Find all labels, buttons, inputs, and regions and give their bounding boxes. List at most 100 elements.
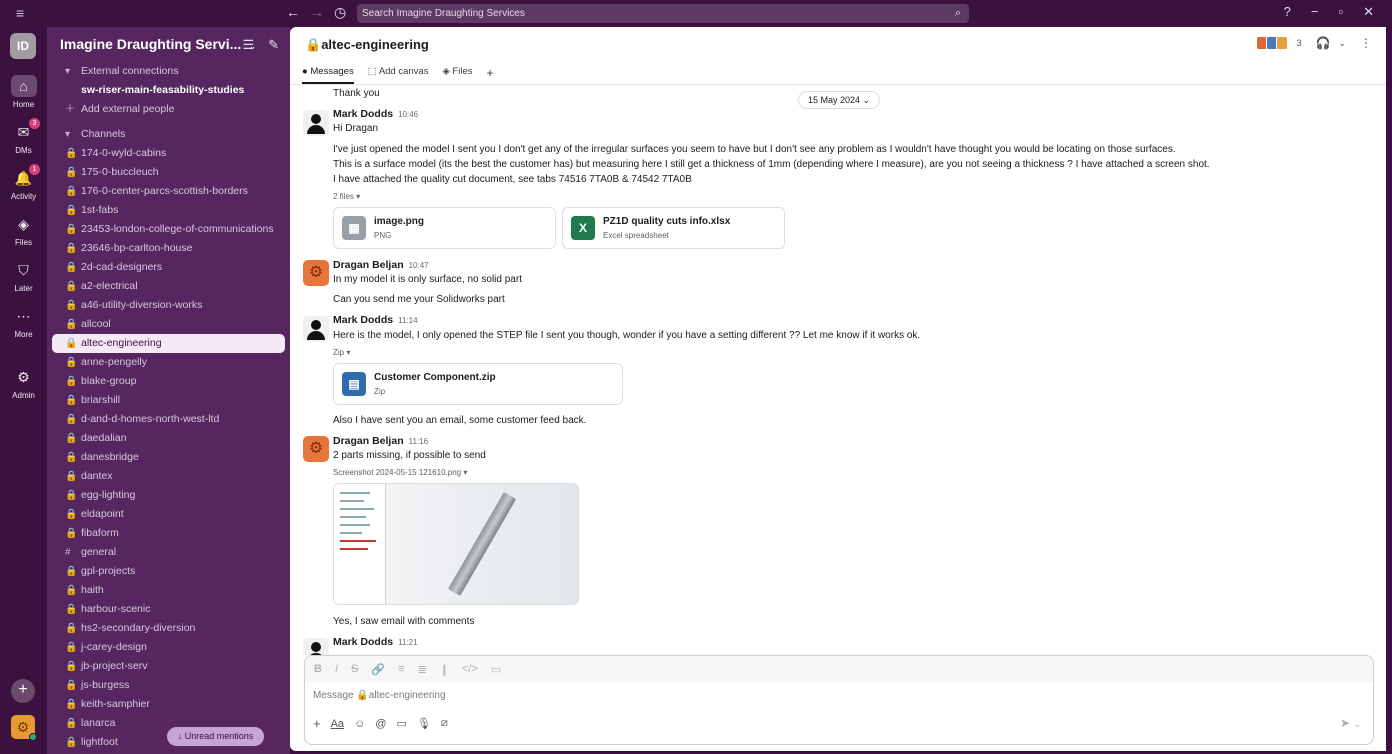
avatar[interactable]	[303, 316, 329, 342]
video-icon[interactable]: ▭	[396, 717, 406, 730]
date-divider[interactable]: 15 May 2024 ⌄	[798, 91, 880, 109]
compose-icon[interactable]: ✎	[268, 37, 279, 53]
sidebar-channel-item[interactable]: 🔒 keith-samphier	[52, 695, 285, 714]
channel-title[interactable]: 🔒altec-engineering	[305, 37, 429, 53]
close-button[interactable]: ✕	[1363, 4, 1374, 20]
sidebar-channel-item[interactable]: 🔒 2d-cad-designers	[52, 258, 285, 277]
rail-files[interactable]: ◈ Files	[0, 213, 47, 247]
message-author[interactable]: Mark Dodds 10:46	[333, 108, 418, 120]
screenshot-image[interactable]	[333, 483, 579, 605]
message-author[interactable]: Dragan Beljan 10:47	[333, 259, 429, 271]
sidebar-channel-item[interactable]: 🔒 harbour-scenic	[52, 600, 285, 619]
help-icon[interactable]: ?	[1284, 4, 1291, 20]
add-workspace-button[interactable]: +	[11, 679, 35, 703]
microphone-icon[interactable]: 🎙	[417, 717, 431, 730]
unread-mentions-button[interactable]: ↓ Unread mentions	[167, 727, 264, 746]
file-attachment[interactable]: ▦ image.png PNG	[333, 207, 556, 249]
tab-add-canvas[interactable]: ⬚ Add canvas	[368, 66, 429, 84]
history-clock-icon[interactable]: ◷	[334, 4, 346, 21]
attach-plus-button[interactable]: +	[313, 716, 321, 731]
sidebar-channel-item[interactable]: 🔒 175-0-buccleuch	[52, 163, 285, 182]
link-button[interactable]: 🔗	[371, 663, 385, 676]
rail-activity[interactable]: 🔔 1 Activity	[0, 164, 47, 201]
message-author[interactable]: Mark Dodds 11:21	[333, 636, 418, 648]
strikethrough-button[interactable]: S	[351, 663, 358, 675]
rail-home[interactable]: ⌂ Home	[0, 75, 47, 109]
avatar[interactable]: ⚙	[303, 260, 329, 286]
bullet-list-button[interactable]: ≣	[417, 663, 426, 676]
tab-messages[interactable]: ● Messages	[302, 66, 354, 84]
headphones-icon[interactable]: 🎧	[1316, 36, 1331, 50]
sidebar-channel-item[interactable]: 🔒 a46-utility-diversion-works	[52, 296, 285, 315]
sidebar-channel-item[interactable]: 🔒 haith	[52, 581, 285, 600]
files-toggle[interactable]: Zip ▾	[333, 348, 350, 357]
avatar[interactable]: ⚙	[303, 436, 329, 462]
avatar[interactable]	[303, 638, 329, 655]
workspace-avatar[interactable]: ID	[10, 33, 36, 59]
back-arrow-icon[interactable]: ←	[286, 4, 300, 21]
bold-button[interactable]: B	[314, 663, 322, 675]
blockquote-button[interactable]: ❙	[440, 663, 449, 676]
sidebar-channel-item[interactable]: # general	[52, 543, 285, 562]
code-button[interactable]: </>	[462, 663, 478, 675]
external-connections-header[interactable]: ▾ External connections	[52, 62, 285, 81]
menu-icon[interactable]: ≡	[16, 5, 24, 21]
chevron-down-icon[interactable]: ⌄	[1353, 719, 1361, 729]
sidebar-channel-item[interactable]: 🔒 dantex	[52, 467, 285, 486]
sidebar-channel-item[interactable]: 🔒 briarshill	[52, 391, 285, 410]
rail-dms[interactable]: ✉ 3 DMs	[0, 118, 47, 155]
sidebar-channel-item[interactable]: 🔒 blake-group	[52, 372, 285, 391]
sidebar-channel-item[interactable]: 🔒 j-carey-design	[52, 638, 285, 657]
image-toggle[interactable]: Screenshot 2024-05-15 121610.png ▾	[333, 468, 467, 477]
add-tab-icon[interactable]: +	[486, 66, 493, 84]
tab-files[interactable]: ◈ Files	[442, 66, 472, 84]
mention-icon[interactable]: @	[375, 718, 386, 730]
emoji-icon[interactable]: ☺	[354, 718, 365, 730]
sidebar-channel-item[interactable]: 🔒 23646-bp-carlton-house	[52, 239, 285, 258]
sidebar-channel-item[interactable]: 🔒 anne-pengelly	[52, 353, 285, 372]
file-attachment[interactable]: X PZ1D quality cuts info.xlsx Excel spre…	[562, 207, 785, 249]
kebab-menu-icon[interactable]: ⋮	[1360, 36, 1372, 50]
add-external-people[interactable]: ＋ Add external people	[52, 100, 285, 119]
sidebar-item-external[interactable]: sw-riser-main-feasability-studies	[52, 81, 285, 100]
message-author[interactable]: Dragan Beljan 11:16	[333, 435, 428, 447]
member-avatars[interactable]	[1256, 36, 1289, 50]
channels-header[interactable]: ▾ Channels	[52, 125, 285, 144]
sidebar-channel-item[interactable]: 🔒 174-0-wyld-cabins	[52, 144, 285, 163]
message-time[interactable]: 11:14	[398, 316, 417, 325]
sidebar-channel-item[interactable]: 🔒 js-burgess	[52, 676, 285, 695]
maximize-button[interactable]: ▫	[1338, 4, 1343, 20]
filter-icon[interactable]: ☰	[242, 37, 254, 53]
rail-more[interactable]: ⋯ More	[0, 305, 47, 339]
message-time[interactable]: 11:16	[409, 437, 428, 446]
sidebar-channel-item[interactable]: 🔒 hs2-secondary-diversion	[52, 619, 285, 638]
code-block-button[interactable]: ▭	[491, 663, 501, 676]
shortcuts-icon[interactable]: ⧄	[441, 717, 448, 730]
sidebar-channel-item[interactable]: 🔒 egg-lighting	[52, 486, 285, 505]
file-attachment[interactable]: ▤ Customer Component.zip Zip	[333, 363, 623, 405]
message-time[interactable]: 10:46	[398, 110, 418, 119]
rail-later[interactable]: ⛉ Later	[0, 259, 47, 293]
message-input[interactable]: Message 🔒altec-engineering	[313, 690, 446, 701]
sidebar-channel-item[interactable]: 🔒 eldapoint	[52, 505, 285, 524]
sidebar-channel-item[interactable]: 🔒 a2-electrical	[52, 277, 285, 296]
sidebar-channel-item[interactable]: 🔒 danesbridge	[52, 448, 285, 467]
minimize-button[interactable]: −	[1311, 4, 1319, 20]
sidebar-channel-item[interactable]: 🔒 altec-engineering	[52, 334, 285, 353]
sidebar-channel-item[interactable]: 🔒 176-0-center-parcs-scottish-borders	[52, 182, 285, 201]
files-toggle[interactable]: 2 files ▾	[333, 192, 360, 201]
rail-admin[interactable]: ⚙ Admin	[0, 366, 47, 400]
chevron-down-icon[interactable]: ⌄	[1338, 38, 1346, 49]
message-time[interactable]: 11:21	[398, 638, 417, 647]
italic-button[interactable]: I	[335, 663, 338, 675]
sidebar-channel-item[interactable]: 🔒 allcool	[52, 315, 285, 334]
ordered-list-button[interactable]: ≡	[398, 663, 404, 675]
workspace-name[interactable]: Imagine Draughting Servi...	[60, 36, 241, 52]
avatar[interactable]	[303, 110, 329, 136]
sidebar-channel-item[interactable]: 🔒 gpl-projects	[52, 562, 285, 581]
sidebar-channel-item[interactable]: 🔒 1st-fabs	[52, 201, 285, 220]
message-time[interactable]: 10:47	[409, 261, 429, 270]
search-input[interactable]: Search Imagine Draughting Services ⌕	[357, 4, 969, 23]
send-button[interactable]: ➤ ⌄	[1340, 716, 1361, 730]
forward-arrow-icon[interactable]: →	[310, 4, 324, 21]
